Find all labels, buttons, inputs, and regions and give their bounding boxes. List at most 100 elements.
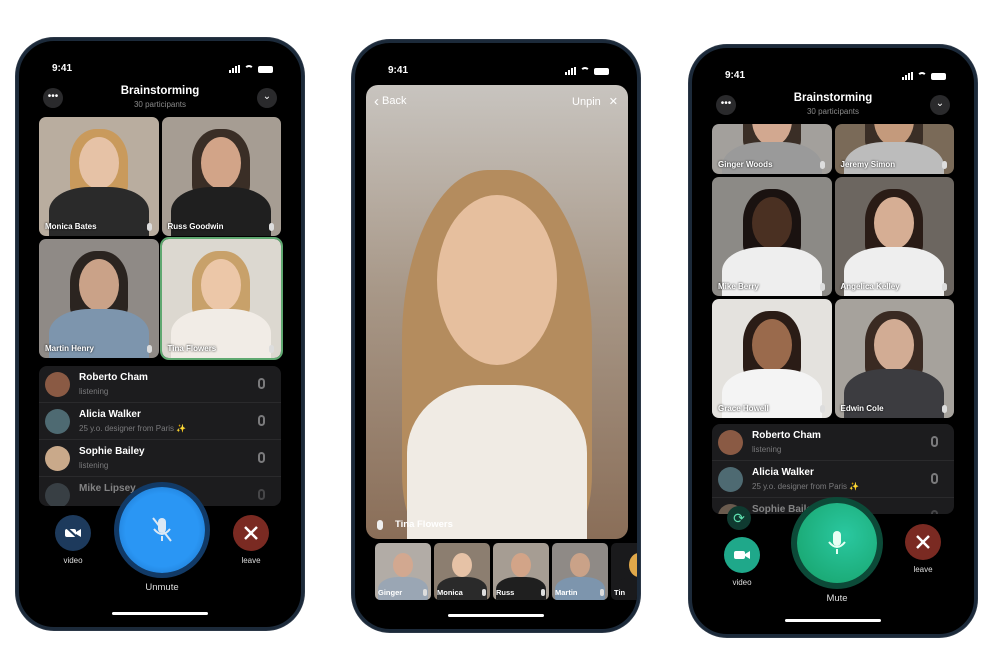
participant-face (751, 319, 792, 371)
speaker-face (437, 195, 557, 365)
participant-name: Alicia Walker (752, 467, 814, 478)
video-tile[interactable]: Ginger Woods (712, 124, 832, 174)
mic-icon (258, 489, 265, 500)
status-time: 9:41 (388, 65, 409, 76)
avatar (45, 372, 70, 397)
participant-face (78, 259, 119, 311)
video-tile[interactable]: Grace Howell (712, 299, 832, 418)
home-indicator (785, 619, 881, 622)
chevron-left-icon: ‹ (374, 92, 379, 110)
call-header: ••• Brainstorming 30 participants ⌄ (19, 85, 301, 119)
participant-name: Russ Goodwin (167, 222, 224, 231)
unpin-icon: ✕ (608, 96, 618, 108)
participant-face (629, 553, 637, 577)
mute-button[interactable]: Mute (792, 503, 882, 604)
video-toggle[interactable]: video (722, 537, 762, 587)
participant-row[interactable]: Roberto Cham listening (712, 424, 954, 461)
signal-icon (229, 65, 240, 73)
video-tile[interactable]: Russ Goodwin (161, 117, 281, 236)
video-icon (724, 537, 760, 573)
collapse-button[interactable]: ⌄ (257, 88, 277, 108)
collapse-button[interactable]: ⌄ (930, 95, 950, 115)
participant-thumbnail[interactable]: Monica (434, 543, 490, 600)
home-indicator (112, 612, 208, 615)
battery-icon (594, 67, 609, 75)
participant-thumbnail[interactable]: Ginger (375, 543, 431, 600)
participant-name: Martin Henry (45, 344, 94, 353)
speaker-name: Tina Flowers (395, 519, 453, 530)
participant-name: Monica (437, 588, 463, 597)
participant-name: Grace Howell (718, 404, 769, 413)
avatar (45, 483, 70, 506)
video-label: video (63, 556, 83, 565)
video-tile[interactable]: Jeremy Simon (834, 124, 954, 174)
signal-icon (902, 72, 913, 80)
participant-face (201, 259, 242, 311)
participant-name: Martin (555, 588, 578, 597)
wifi-icon (244, 65, 254, 73)
unpin-button[interactable]: Unpin ✕ (572, 95, 618, 109)
mic-icon (423, 589, 427, 596)
avatar (718, 467, 743, 492)
participant-name: Tin (614, 588, 626, 597)
flip-camera-button[interactable]: ⟳ (726, 506, 752, 530)
participant-list: Roberto Cham listening Alicia Walker 25 y.o… (712, 424, 954, 514)
pinned-video: ‹ Back Unpin ✕ Tina Flowers (366, 85, 628, 539)
unmute-button[interactable]: Unmute (117, 487, 207, 593)
participant-face (874, 197, 915, 249)
mic-icon (819, 161, 825, 169)
participant-status: 25 y.o. designer from Paris ✨ (752, 482, 860, 491)
participant-name: Jeremy Simon (840, 160, 896, 169)
leave-button[interactable]: leave (903, 524, 943, 574)
phone-group-call-grid: 9:41 ••• Brainstorming 30 participants ⌄… (16, 38, 304, 630)
participant-name: Russ (496, 588, 515, 597)
mic-icon (931, 436, 938, 447)
mic-icon (258, 378, 265, 389)
participant-row[interactable]: Alicia Walker 25 y.o. designer from Paris… (712, 461, 954, 498)
participant-body (844, 142, 945, 174)
video-grid: Ginger Woods Jeremy Simon Mike Berry Angeli… (712, 124, 954, 418)
video-toggle[interactable]: video (53, 515, 93, 565)
video-tile[interactable]: Edwin Cole (834, 299, 954, 418)
participant-status: listening (79, 387, 109, 396)
participant-row[interactable]: Alicia Walker 25 y.o. designer from Paris… (39, 403, 281, 440)
video-tile[interactable]: Angelica Kelley (834, 177, 954, 296)
participant-row[interactable]: Sophie Bailey listening (39, 440, 281, 477)
back-label: Back (382, 95, 407, 107)
participant-name: Alicia Walker (79, 409, 141, 420)
video-tile[interactable]: Tina Flowers (159, 237, 283, 360)
call-header: ••• Brainstorming 30 participants ⌄ (692, 92, 974, 126)
video-tile[interactable]: Martin Henry (39, 239, 159, 358)
video-grid: Monica Bates Russ Goodwin Martin Henry Tina… (39, 117, 283, 360)
status-bar: 9:41 (692, 70, 974, 84)
video-tile[interactable]: Mike Berry (712, 177, 832, 296)
wifi-icon (917, 72, 927, 80)
participant-status: listening (752, 445, 782, 454)
video-tile[interactable]: Monica Bates (39, 117, 159, 236)
status-time: 9:41 (52, 63, 73, 74)
leave-button[interactable]: leave (231, 515, 271, 565)
participant-name: Roberto Cham (79, 372, 148, 383)
unmute-label: Unmute (145, 582, 179, 593)
phone-group-call-muted: 9:41 ••• Brainstorming 30 participants ⌄… (689, 45, 977, 637)
status-time: 9:41 (725, 70, 746, 81)
participant-thumbnail[interactable]: Russ (493, 543, 549, 600)
phone-pinned-speaker: 9:41 ‹ Back Unpin ✕ Tina Flowers Ginger M… (352, 40, 640, 632)
back-button[interactable]: ‹ Back (374, 92, 407, 110)
avatar (45, 446, 70, 471)
participant-thumbnail[interactable]: Martin (552, 543, 608, 600)
participant-name: Monica Bates (45, 222, 97, 231)
participant-name: Mike Berry (718, 282, 759, 291)
participant-row[interactable]: Roberto Cham listening (39, 366, 281, 403)
participant-face (78, 137, 119, 189)
participant-status: 25 y.o. designer from Paris ✨ (79, 424, 187, 433)
participant-strip[interactable]: Ginger Monica Russ Martin Tin (375, 543, 637, 600)
speaker-label: Tina Flowers (377, 519, 453, 530)
mic-icon (258, 415, 265, 426)
participant-status: listening (79, 461, 109, 470)
status-bar: 9:41 (19, 63, 301, 77)
mic-icon (146, 223, 152, 231)
participant-thumbnail[interactable]: Tin (611, 543, 637, 600)
participant-face (751, 197, 792, 249)
mic-off-icon (119, 487, 205, 573)
